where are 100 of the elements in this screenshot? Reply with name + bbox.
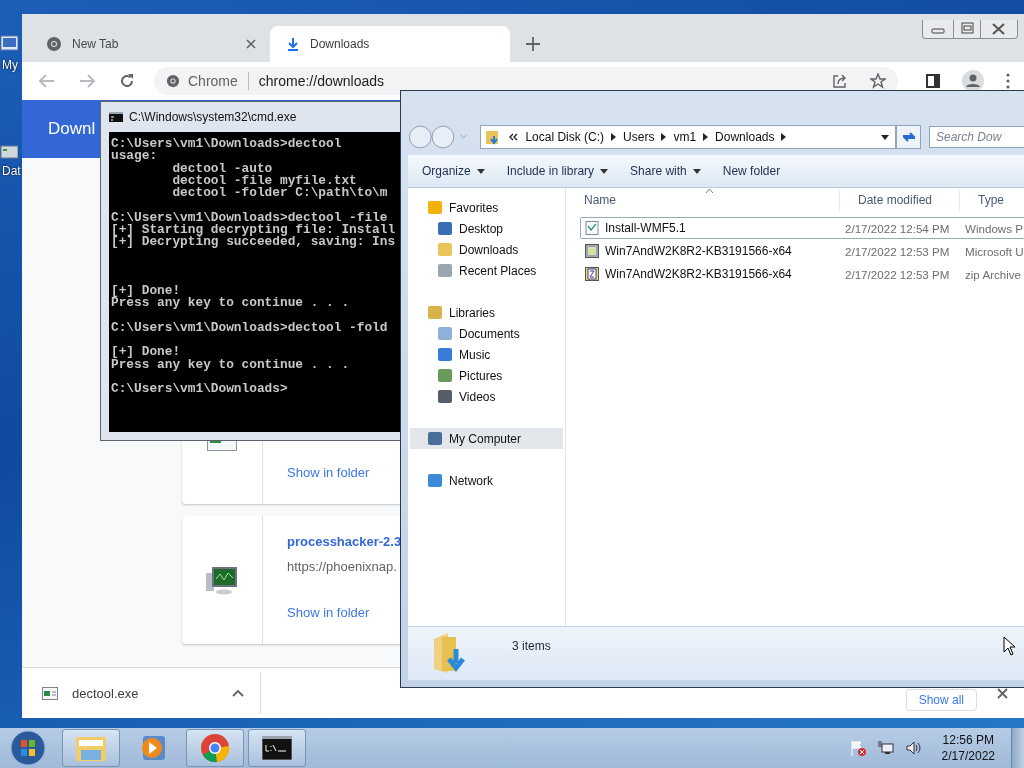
show-in-folder-link[interactable]: Show in folder [287, 605, 370, 620]
file-type: Windows P [965, 221, 1023, 235]
console-line: [+] Starting decrypting file: Install [111, 223, 397, 236]
source-url: https://phoenixnap. [287, 559, 397, 574]
speaker-icon[interactable] [905, 740, 922, 756]
nav-item[interactable]: Videos [408, 386, 565, 407]
search-field[interactable]: Search Dow [929, 126, 1024, 148]
nav-item[interactable]: Libraries [408, 302, 565, 323]
breadcrumb[interactable]: Local Disk (C:) [525, 130, 605, 144]
double-chevron-icon [508, 133, 519, 141]
console-line: Press any key to continue . . . [111, 297, 351, 310]
share-icon[interactable] [832, 73, 848, 89]
nav-item[interactable]: Favorites [408, 197, 565, 218]
chevron-right-icon[interactable] [703, 133, 709, 141]
file-name-link[interactable]: processhacker-2.3 [287, 534, 402, 549]
window-title: C:\Windows\system32\cmd.exe [129, 110, 297, 124]
chrome-logo-icon [200, 733, 230, 763]
download-item[interactable]: dectool.exe [42, 672, 261, 714]
browser-tab[interactable]: New Tab [30, 26, 270, 62]
program-window-icon [42, 686, 58, 700]
caret-down-icon[interactable] [692, 168, 701, 174]
column-header[interactable]: Name [566, 189, 840, 211]
side-panel-icon[interactable] [926, 74, 940, 88]
file-row[interactable]: Win7AndW2K8R2-KB3191566-x64 2/17/2022 12:53 PM Microsoft U [580, 240, 1024, 262]
file-type: Microsoft U [965, 244, 1024, 258]
toolbar-menu-button[interactable]: Include in library [500, 160, 615, 182]
monitor-icon [206, 565, 238, 595]
show-all-button[interactable]: Show all [905, 689, 977, 711]
console-line: C:\Users\vm1\Downloads>dectool [111, 138, 343, 151]
console-line: usage: [111, 150, 159, 163]
item-count: 3 items [512, 639, 551, 653]
chevron-right-icon[interactable] [661, 133, 667, 141]
console-line: [+] Decrypting succeeded, saving: Ins [111, 236, 397, 249]
desktop-icon-label[interactable]: My [0, 58, 18, 72]
nav-item[interactable]: Recent Places [408, 260, 565, 281]
nav-item[interactable]: Documents [408, 323, 565, 344]
date-modified: 2/17/2022 12:53 PM [845, 267, 950, 281]
chrome-logo-icon [46, 36, 62, 52]
folder-icon [75, 734, 107, 762]
zip-file-icon [585, 267, 599, 281]
console-line: dectool -auto [171, 162, 274, 175]
package-file-icon [585, 244, 599, 258]
address-bar[interactable]: Chrome chrome://downloads [154, 67, 898, 95]
console-line: C:\Users\vm1\Downloads> [111, 383, 289, 396]
file-name: Win7AndW2K8R2-KB3191566-x64 [605, 267, 792, 281]
download-icon [286, 37, 300, 51]
media-player-icon [139, 734, 167, 762]
toolbar-menu-button[interactable]: New folder [716, 160, 787, 182]
chevron-right-icon[interactable] [611, 133, 617, 141]
column-header[interactable]: Type [960, 189, 1024, 211]
reload-icon[interactable] [118, 72, 136, 90]
caret-down-icon[interactable] [476, 168, 485, 174]
console-icon [262, 736, 292, 760]
refresh-button[interactable] [896, 125, 921, 149]
address-bar[interactable]: Local Disk (C:) Users vm1 Downloads [480, 125, 897, 149]
chevron-right-icon[interactable] [781, 133, 787, 141]
taskbar-app-button[interactable] [248, 729, 306, 767]
console-line: [+] Done! [111, 346, 182, 359]
file-row[interactable]: Install-WMF5.1 2/17/2022 12:54 PM Windows P [580, 217, 1024, 239]
toolbar-menu-button[interactable]: Share with [624, 160, 707, 182]
clock[interactable]: 12:56 PM 2/17/2022 [941, 732, 995, 764]
sort-caret-icon [706, 189, 713, 193]
nav-item[interactable]: Network [408, 470, 565, 491]
file-name: Install-WMF5.1 [605, 221, 686, 235]
console-line: C:\Users\vm1\Downloads>dectool -file [111, 211, 388, 224]
toolbar-menu-button[interactable]: Organize [416, 160, 491, 182]
nav-item[interactable]: Desktop [408, 218, 565, 239]
breadcrumb[interactable]: vm1 [673, 130, 697, 144]
mouse-pointer-icon [1003, 636, 1016, 656]
column-header[interactable]: Date modified [840, 189, 960, 211]
site-label: Chrome [188, 73, 238, 89]
nav-item[interactable]: My Computer [410, 428, 563, 449]
nav-item[interactable]: Downloads [408, 239, 565, 260]
new-tab-icon[interactable] [526, 37, 540, 51]
file-row[interactable]: Win7AndW2K8R2-KB3191566-x64 2/17/2022 12:53 PM zip Archive [580, 263, 1024, 285]
menu-icon[interactable] [1006, 73, 1010, 89]
script-file-icon [585, 221, 599, 235]
browser-tab[interactable]: Downloads [270, 26, 510, 62]
action-center-flag-icon[interactable] [849, 740, 866, 756]
close-icon[interactable] [997, 687, 1008, 699]
date-modified: 2/17/2022 12:54 PM [845, 221, 950, 235]
url-text: chrome://downloads [258, 73, 385, 89]
start-button-icon[interactable] [10, 730, 46, 766]
caret-up-icon[interactable] [232, 689, 244, 697]
nav-item[interactable]: Pictures [408, 365, 565, 386]
console-line: dectool -file myfile.txt [171, 174, 357, 187]
file-name: Win7AndW2K8R2-KB3191566-x64 [605, 244, 792, 258]
console-line: [+] Done! [111, 285, 182, 298]
caret-down-icon[interactable] [600, 168, 609, 174]
show-in-folder-link[interactable]: Show in folder [287, 465, 370, 480]
console-line: dectool -folder C:\path\to\m [171, 187, 389, 200]
breadcrumb[interactable]: Downloads [715, 130, 775, 144]
file-type: zip Archive [965, 267, 1022, 281]
console-line: Press any key to continue . . . [111, 358, 351, 371]
refresh-icon [900, 130, 917, 144]
breadcrumb[interactable]: Users [623, 130, 655, 144]
nav-item[interactable]: Music [408, 344, 565, 365]
dropdown-icon[interactable] [881, 134, 890, 140]
desktop-icon-label[interactable]: Dat [0, 164, 21, 178]
chrome-logo-icon [166, 74, 180, 88]
